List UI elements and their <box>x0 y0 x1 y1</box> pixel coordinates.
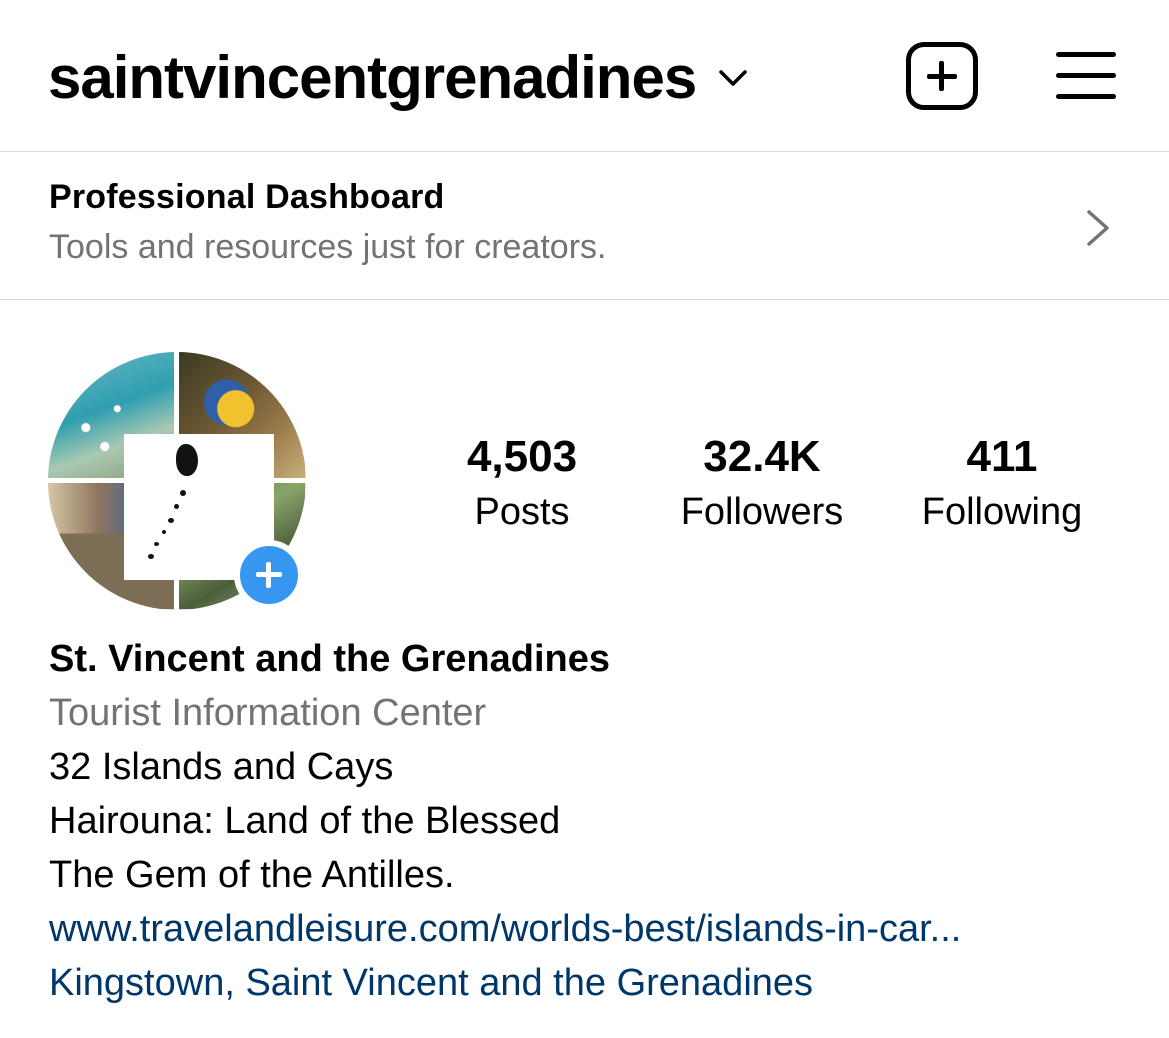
bio-line: The Gem of the Antilles. <box>49 854 455 896</box>
followers-stat[interactable]: 32.4K Followers <box>662 430 862 540</box>
dashboard-subtitle: Tools and resources just for creators. <box>49 228 607 266</box>
profile-avatar[interactable] <box>48 352 306 610</box>
followers-count: 32.4K <box>703 432 821 481</box>
category-label: Tourist Information Center <box>49 692 487 734</box>
menu-button[interactable] <box>1056 52 1116 100</box>
profile-bio: St. Vincent and the Grenadines Tourist I… <box>49 632 1149 1010</box>
bio-line: 32 Islands and Cays <box>49 746 394 788</box>
following-label: Following <box>921 491 1083 533</box>
following-count: 411 <box>966 432 1038 481</box>
website-link[interactable]: www.travelandleisure.com/worlds-best/isl… <box>49 902 1149 956</box>
new-post-button[interactable] <box>906 42 978 110</box>
dashboard-title: Professional Dashboard <box>49 178 445 216</box>
professional-dashboard-row[interactable]: Professional Dashboard Tools and resourc… <box>0 152 1169 300</box>
posts-count: 4,503 <box>466 432 578 481</box>
username: saintvincentgrenadines <box>48 44 697 111</box>
bio-line: Hairouna: Land of the Blessed <box>49 800 561 842</box>
following-stat[interactable]: 411 Following <box>902 430 1102 540</box>
chevron-right-icon <box>1087 210 1109 246</box>
add-story-button[interactable] <box>234 540 304 610</box>
location-link[interactable]: Kingstown, Saint Vincent and the Grenadi… <box>49 956 1149 1010</box>
top-bar: saintvincentgrenadines <box>0 0 1169 152</box>
chevron-down-icon <box>719 70 747 86</box>
account-switcher[interactable]: saintvincentgrenadines <box>48 40 748 116</box>
posts-label: Posts <box>474 491 570 533</box>
hamburger-menu-icon <box>1056 52 1116 57</box>
display-name: St. Vincent and the Grenadines <box>49 638 610 680</box>
followers-label: Followers <box>680 491 844 533</box>
posts-stat[interactable]: 4,503 Posts <box>442 430 602 540</box>
